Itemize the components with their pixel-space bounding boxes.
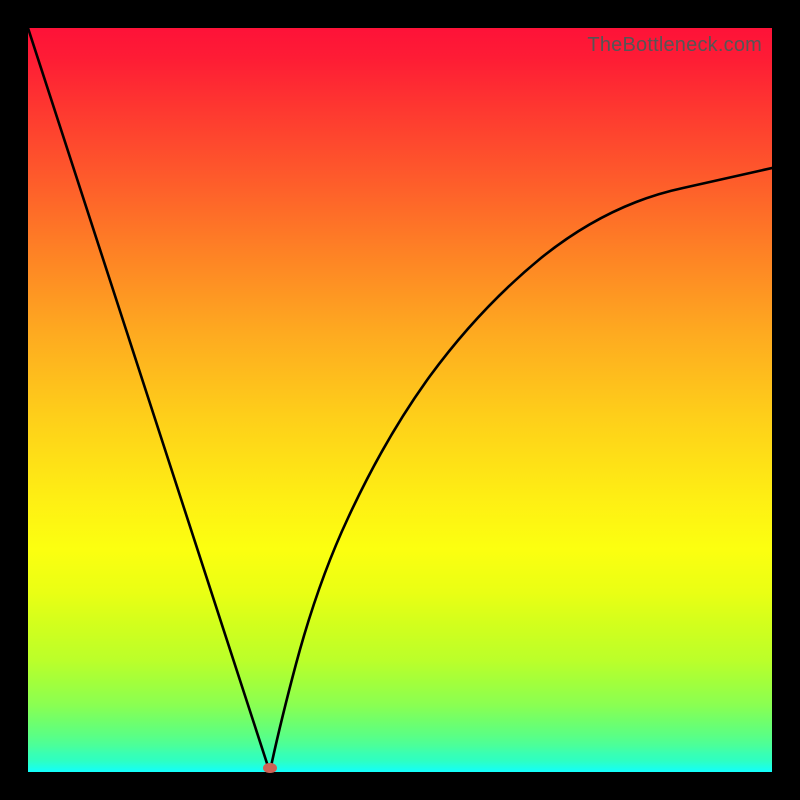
- curve-right: [270, 168, 772, 772]
- plot-area: TheBottleneck.com: [28, 28, 772, 772]
- bottleneck-curve: [28, 28, 772, 772]
- minimum-marker: [263, 763, 277, 773]
- chart-frame: TheBottleneck.com: [0, 0, 800, 800]
- curve-left-branch: [28, 28, 270, 772]
